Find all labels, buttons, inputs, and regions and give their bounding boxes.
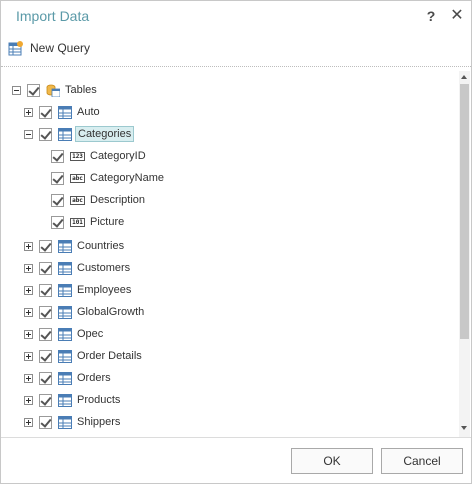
tables-checkbox[interactable]	[27, 83, 40, 97]
table-checkbox[interactable]	[39, 393, 52, 407]
field-checkbox[interactable]	[51, 149, 64, 163]
scroll-up-icon[interactable]	[461, 75, 467, 79]
table-label[interactable]: Order Details	[75, 348, 144, 364]
table-icon	[58, 393, 72, 407]
tree-item-products: Products	[24, 389, 122, 411]
tree-item-order-details: Order Details	[24, 345, 144, 367]
field-item-categoryname: abc CategoryName	[51, 167, 166, 189]
table-label[interactable]: Employees	[75, 282, 133, 298]
vertical-scrollbar[interactable]	[459, 71, 470, 437]
field-checkbox[interactable]	[51, 215, 64, 229]
expand-icon[interactable]	[24, 395, 33, 405]
table-label[interactable]: Shippers	[75, 414, 122, 430]
expand-icon[interactable]	[24, 351, 33, 361]
new-query-icon	[8, 41, 23, 56]
table-icon	[58, 127, 72, 141]
scroll-down-icon[interactable]	[461, 426, 467, 430]
table-checkbox[interactable]	[39, 239, 52, 253]
tree-item-opec: Opec	[24, 323, 105, 345]
text-field-icon: abc	[70, 173, 85, 183]
table-checkbox[interactable]	[39, 415, 52, 429]
field-checkbox[interactable]	[51, 171, 64, 185]
expand-icon[interactable]	[24, 285, 33, 295]
table-label[interactable]: Opec	[75, 326, 105, 342]
close-button[interactable]: ✕	[448, 7, 466, 25]
table-label[interactable]: Auto	[75, 104, 102, 120]
expand-icon[interactable]	[24, 329, 33, 339]
table-checkbox[interactable]	[39, 105, 52, 119]
table-label[interactable]: Customers	[75, 260, 132, 276]
help-button[interactable]: ?	[422, 7, 440, 25]
title-bar: Import Data ? ✕	[1, 1, 471, 31]
dialog-title: Import Data	[16, 8, 90, 24]
new-query-button[interactable]: New Query	[8, 38, 90, 58]
collapse-icon[interactable]	[24, 129, 33, 139]
table-icon	[58, 105, 72, 119]
expand-icon[interactable]	[24, 307, 33, 317]
table-icon	[58, 349, 72, 363]
field-item-categoryid: 123 CategoryID	[51, 145, 148, 167]
table-label[interactable]: Countries	[75, 238, 126, 254]
tree-item-auto: Auto	[24, 101, 102, 123]
field-item-picture: 101 Picture	[51, 211, 126, 233]
expand-icon[interactable]	[24, 373, 33, 383]
number-field-icon: 123	[70, 151, 85, 161]
import-data-dialog: Import Data ? ✕ New Query Tables Auto Ca…	[0, 0, 472, 484]
scrollbar-thumb[interactable]	[460, 84, 469, 339]
table-checkbox[interactable]	[39, 283, 52, 297]
database-icon	[46, 84, 60, 97]
table-label[interactable]: Orders	[75, 370, 113, 386]
field-checkbox[interactable]	[51, 193, 64, 207]
tree-item-categories: Categories	[24, 123, 135, 145]
tree-item-customers: Customers	[24, 257, 132, 279]
table-icon	[58, 261, 72, 275]
field-label[interactable]: CategoryName	[88, 170, 166, 186]
table-checkbox[interactable]	[39, 327, 52, 341]
tree-item-shippers: Shippers	[24, 411, 122, 433]
table-label[interactable]: Categories	[75, 126, 135, 142]
table-label[interactable]: Products	[75, 392, 122, 408]
new-query-label: New Query	[30, 41, 91, 55]
tree-item-countries: Countries	[24, 235, 126, 257]
table-icon	[58, 415, 72, 429]
field-label[interactable]: Description	[88, 192, 147, 208]
table-icon	[58, 305, 72, 319]
field-label[interactable]: CategoryID	[88, 148, 148, 164]
cancel-button[interactable]: Cancel	[381, 448, 463, 474]
collapse-icon[interactable]	[12, 85, 21, 95]
expand-icon[interactable]	[24, 417, 33, 427]
field-item-description: abc Description	[51, 189, 147, 211]
tree-item-employees: Employees	[24, 279, 133, 301]
table-icon	[58, 283, 72, 297]
tree-root-label[interactable]: Tables	[63, 82, 99, 98]
table-tree-panel: Tables Auto Categories 123 CategoryID ab…	[6, 71, 470, 437]
tree-item-globalgrowth: GlobalGrowth	[24, 301, 146, 323]
field-label[interactable]: Picture	[88, 214, 126, 230]
table-tree: Tables Auto Categories 123 CategoryID ab…	[6, 71, 454, 437]
text-field-icon: abc	[70, 195, 85, 205]
table-checkbox[interactable]	[39, 371, 52, 385]
tree-root-tables: Tables	[12, 79, 99, 101]
table-checkbox[interactable]	[39, 349, 52, 363]
table-icon	[58, 239, 72, 253]
binary-field-icon: 101	[70, 217, 85, 227]
table-checkbox[interactable]	[39, 305, 52, 319]
ok-button[interactable]: OK	[291, 448, 373, 474]
dialog-footer: OK Cancel	[1, 437, 471, 483]
table-label[interactable]: GlobalGrowth	[75, 304, 146, 320]
tree-item-orders: Orders	[24, 367, 113, 389]
table-checkbox[interactable]	[39, 127, 52, 141]
toolbar: New Query	[1, 31, 471, 67]
expand-icon[interactable]	[24, 107, 33, 117]
table-icon	[58, 327, 72, 341]
expand-icon[interactable]	[24, 263, 33, 273]
table-checkbox[interactable]	[39, 261, 52, 275]
table-icon	[58, 371, 72, 385]
expand-icon[interactable]	[24, 241, 33, 251]
